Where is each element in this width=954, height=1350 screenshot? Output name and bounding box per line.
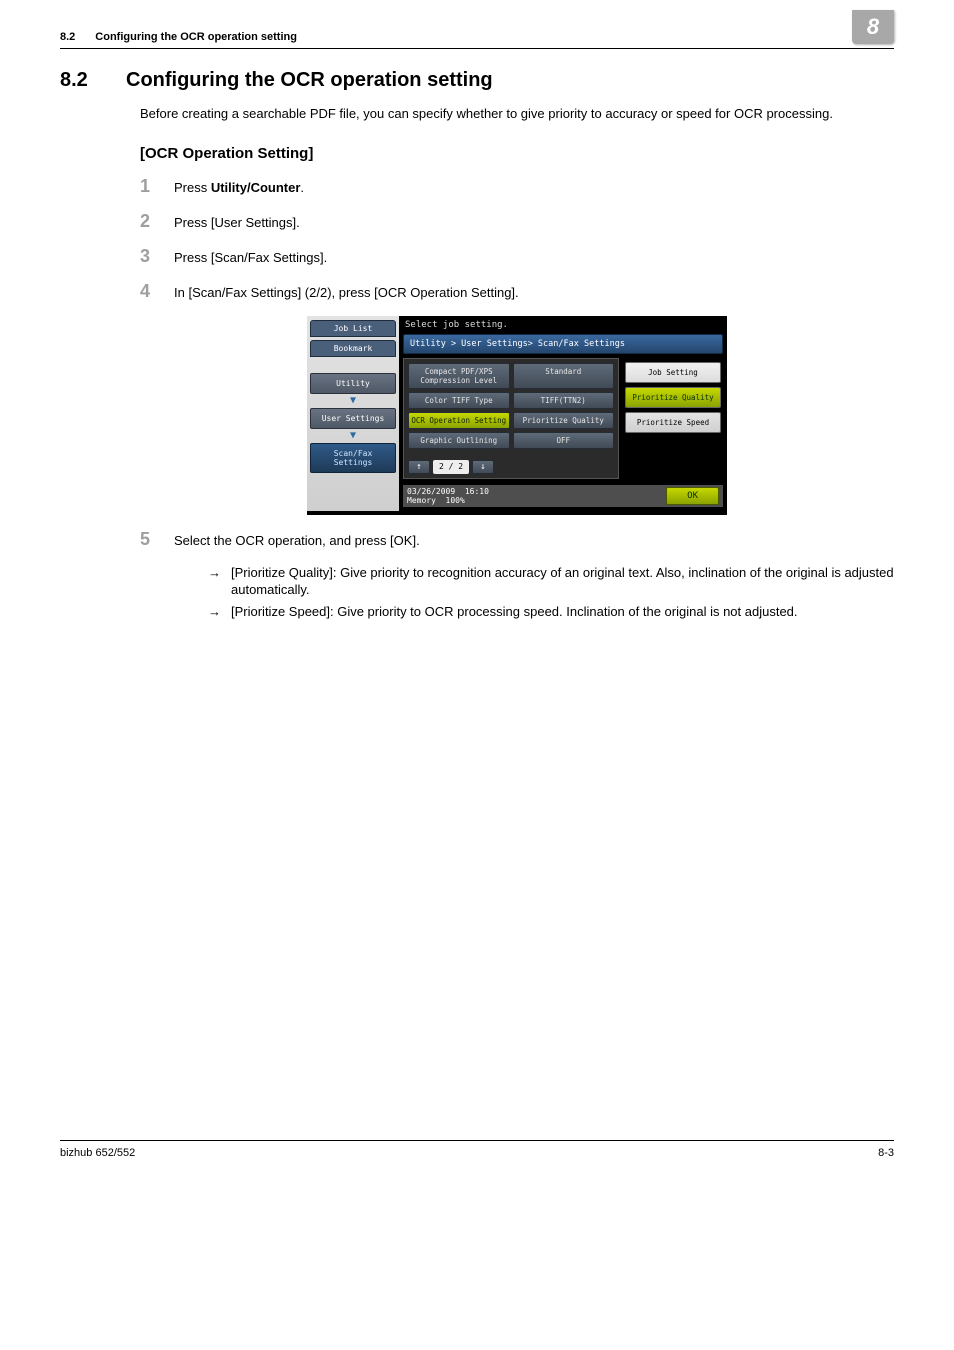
setting-value: OFF — [513, 432, 615, 449]
bullet-text: [Prioritize Speed]: Give priority to OCR… — [231, 603, 798, 621]
setting-value: Prioritize Quality — [513, 412, 615, 429]
page-indicator: 2 / 2 — [433, 460, 469, 474]
footer-date: 03/26/2009 16:10 Memory 100% — [407, 487, 489, 505]
breadcrumb: Utility > User Settings> Scan/Fax Settin… — [403, 334, 723, 354]
bullet-item: → [Prioritize Quality]: Give priority to… — [208, 564, 894, 599]
bullet-item: → [Prioritize Speed]: Give priority to O… — [208, 603, 894, 621]
header-section-title: Configuring the OCR operation setting — [95, 31, 297, 43]
page-down-button[interactable]: ↓ — [472, 460, 494, 474]
step-1: 1 Press Utility/Counter. — [140, 176, 894, 197]
subheading: [OCR Operation Setting] — [140, 145, 894, 162]
option-prioritize-speed[interactable]: Prioritize Speed — [625, 412, 721, 433]
sidebar-item-scan-fax[interactable]: Scan/Fax Settings — [310, 443, 396, 473]
step-text: Select the OCR operation, and press [OK]… — [174, 533, 894, 548]
footer-right: 8-3 — [878, 1147, 894, 1159]
page-up-button[interactable]: ↑ — [408, 460, 430, 474]
step-4: 4 In [Scan/Fax Settings] (2/2), press [O… — [140, 281, 894, 302]
options-header: Job Setting — [625, 362, 721, 383]
step-2: 2 Press [User Settings]. — [140, 211, 894, 232]
setting-label[interactable]: Graphic Outlining — [408, 432, 510, 449]
section-title-text: Configuring the OCR operation setting — [126, 69, 493, 91]
step-3: 3 Press [Scan/Fax Settings]. — [140, 246, 894, 267]
setting-value: Standard — [513, 363, 615, 389]
ok-button[interactable]: OK — [666, 487, 719, 505]
step-text: Press Utility/Counter. — [174, 180, 894, 195]
option-prioritize-quality[interactable]: Prioritize Quality — [625, 387, 721, 408]
step-number: 5 — [140, 529, 174, 550]
section-number: 8.2 — [60, 69, 126, 92]
bullet-text: [Prioritize Quality]: Give priority to r… — [231, 564, 894, 599]
arrow-icon: → — [208, 603, 221, 621]
chevron-down-icon: ▼ — [310, 397, 396, 405]
sidebar-item-user-settings[interactable]: User Settings — [310, 408, 396, 429]
tab-job-list[interactable]: Job List — [310, 320, 396, 337]
screen-prompt: Select job setting. — [403, 318, 723, 334]
step-5: 5 Select the OCR operation, and press [O… — [140, 529, 894, 550]
step-text: Press [User Settings]. — [174, 215, 894, 230]
step-number: 3 — [140, 246, 174, 267]
chevron-down-icon: ▼ — [310, 432, 396, 440]
intro-paragraph: Before creating a searchable PDF file, y… — [140, 105, 894, 123]
arrow-icon: → — [208, 564, 221, 599]
page-footer: bizhub 652/552 8-3 — [60, 1140, 894, 1159]
setting-label[interactable]: Color TIFF Type — [408, 392, 510, 409]
footer-left: bizhub 652/552 — [60, 1147, 135, 1159]
tab-bookmark[interactable]: Bookmark — [310, 340, 396, 357]
setting-value: TIFF(TTN2) — [513, 392, 615, 409]
step-number: 2 — [140, 211, 174, 232]
settings-list: Compact PDF/XPS Compression Level Standa… — [403, 358, 619, 479]
chapter-badge: 8 — [852, 10, 894, 44]
step-text: Press [Scan/Fax Settings]. — [174, 250, 894, 265]
header-section-number: 8.2 — [60, 31, 75, 43]
sidebar-item-utility[interactable]: Utility — [310, 373, 396, 394]
pager: ↑ 2 / 2 ↓ — [408, 460, 614, 474]
step-number: 1 — [140, 176, 174, 197]
setting-label[interactable]: Compact PDF/XPS Compression Level — [408, 363, 510, 389]
setting-label-selected[interactable]: OCR Operation Setting — [408, 412, 510, 429]
section-heading: 8.2Configuring the OCR operation setting — [60, 69, 894, 92]
step-text: In [Scan/Fax Settings] (2/2), press [OCR… — [174, 285, 894, 300]
embedded-device-screenshot: Job List Bookmark Utility ▼ User Setting… — [307, 316, 727, 515]
step-number: 4 — [140, 281, 174, 302]
running-header: 8.2 Configuring the OCR operation settin… — [60, 30, 894, 49]
